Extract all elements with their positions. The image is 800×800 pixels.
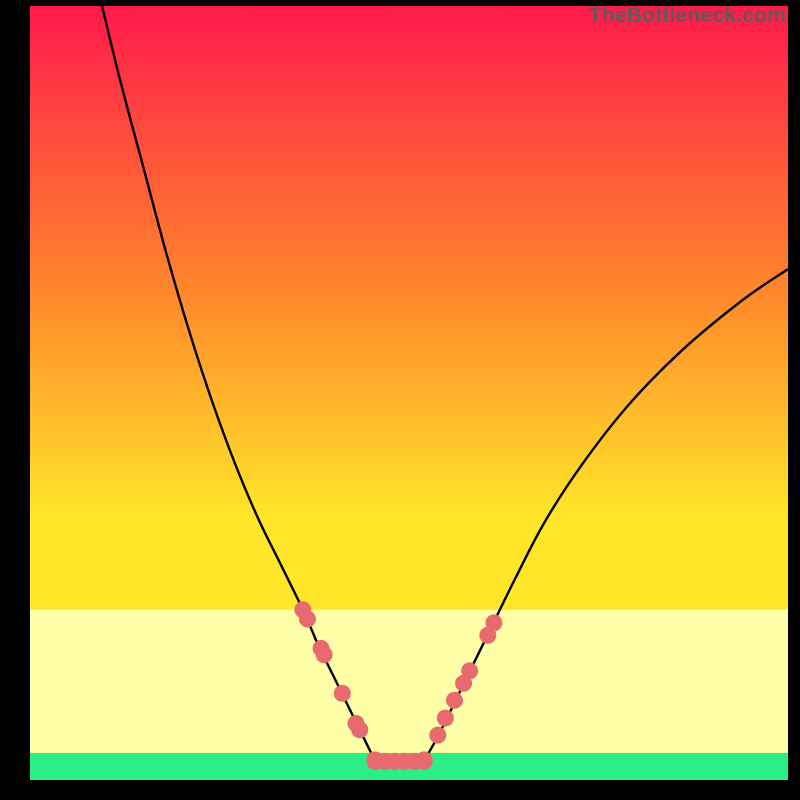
marker-dot <box>316 646 333 663</box>
marker-dot <box>461 662 478 679</box>
watermark-text: TheBottleneck.com <box>589 4 786 28</box>
marker-dot <box>351 721 368 738</box>
chart-svg <box>30 6 788 780</box>
marker-dot <box>446 692 463 709</box>
marker-dot <box>429 727 446 744</box>
marker-dot <box>299 611 316 628</box>
chart-stage: TheBottleneck.com <box>0 0 800 800</box>
marker-dot <box>334 685 351 702</box>
chart-plot-area <box>30 6 788 780</box>
marker-dot <box>437 710 454 727</box>
pale-yellow-band <box>30 610 788 753</box>
marker-dot <box>416 753 433 770</box>
marker-dot <box>485 614 502 631</box>
